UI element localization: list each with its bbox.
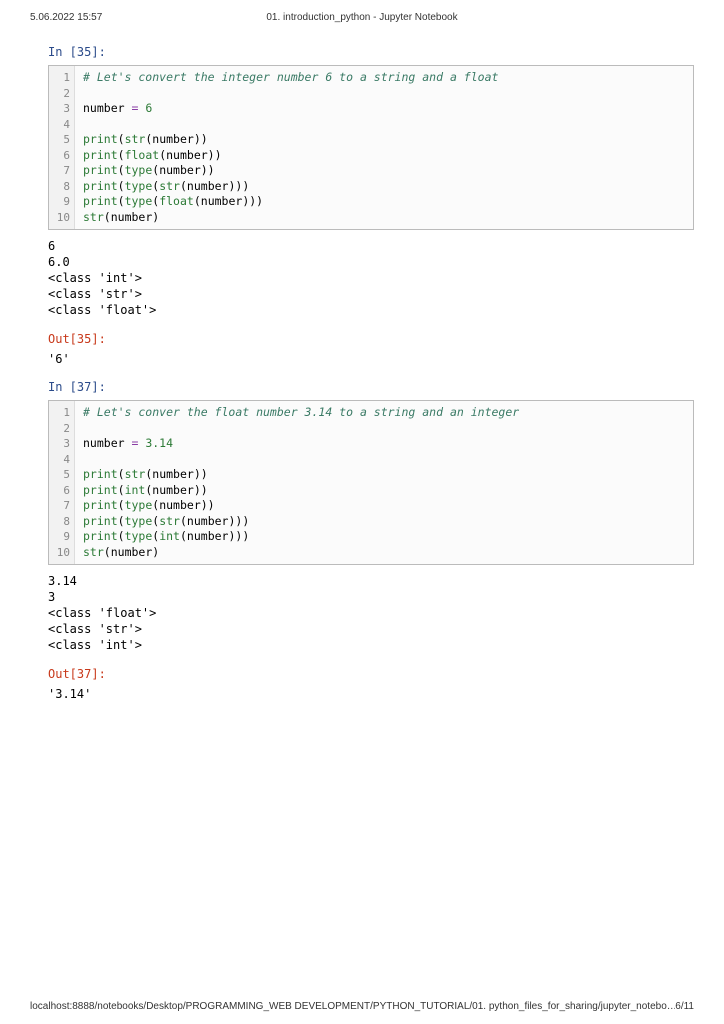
page-header: 5.06.2022 15:57 01. introduction_python …: [0, 0, 724, 31]
page-footer: localhost:8888/notebooks/Desktop/PROGRAM…: [0, 1001, 724, 1012]
header-timestamp: 5.06.2022 15:57: [30, 12, 150, 23]
out-prompt: Out[35]:: [48, 332, 694, 346]
in-prompt: In [35]:: [48, 45, 694, 59]
cell-result: '6': [48, 352, 694, 366]
cell-stdout: 3.14 3 <class 'float'> <class 'str'> <cl…: [48, 573, 694, 653]
code-cell: 1 2 3 4 5 6 7 8 9 10 # Let's conver the …: [48, 400, 694, 565]
footer-path: localhost:8888/notebooks/Desktop/PROGRAM…: [30, 1001, 675, 1012]
code-cell: 1 2 3 4 5 6 7 8 9 10 # Let's convert the…: [48, 65, 694, 230]
line-gutter: 1 2 3 4 5 6 7 8 9 10: [49, 401, 75, 564]
code-text: # Let's conver the float number 3.14 to …: [75, 401, 693, 564]
header-title: 01. introduction_python - Jupyter Notebo…: [150, 12, 574, 23]
in-prompt: In [37]:: [48, 380, 694, 394]
cell-stdout: 6 6.0 <class 'int'> <class 'str'> <class…: [48, 238, 694, 318]
footer-page: 6/11: [675, 1001, 694, 1012]
out-prompt: Out[37]:: [48, 667, 694, 681]
line-gutter: 1 2 3 4 5 6 7 8 9 10: [49, 66, 75, 229]
notebook-content: In [35]: 1 2 3 4 5 6 7 8 9 10 # Let's co…: [0, 45, 724, 701]
cell-result: '3.14': [48, 687, 694, 701]
code-text: # Let's convert the integer number 6 to …: [75, 66, 693, 229]
